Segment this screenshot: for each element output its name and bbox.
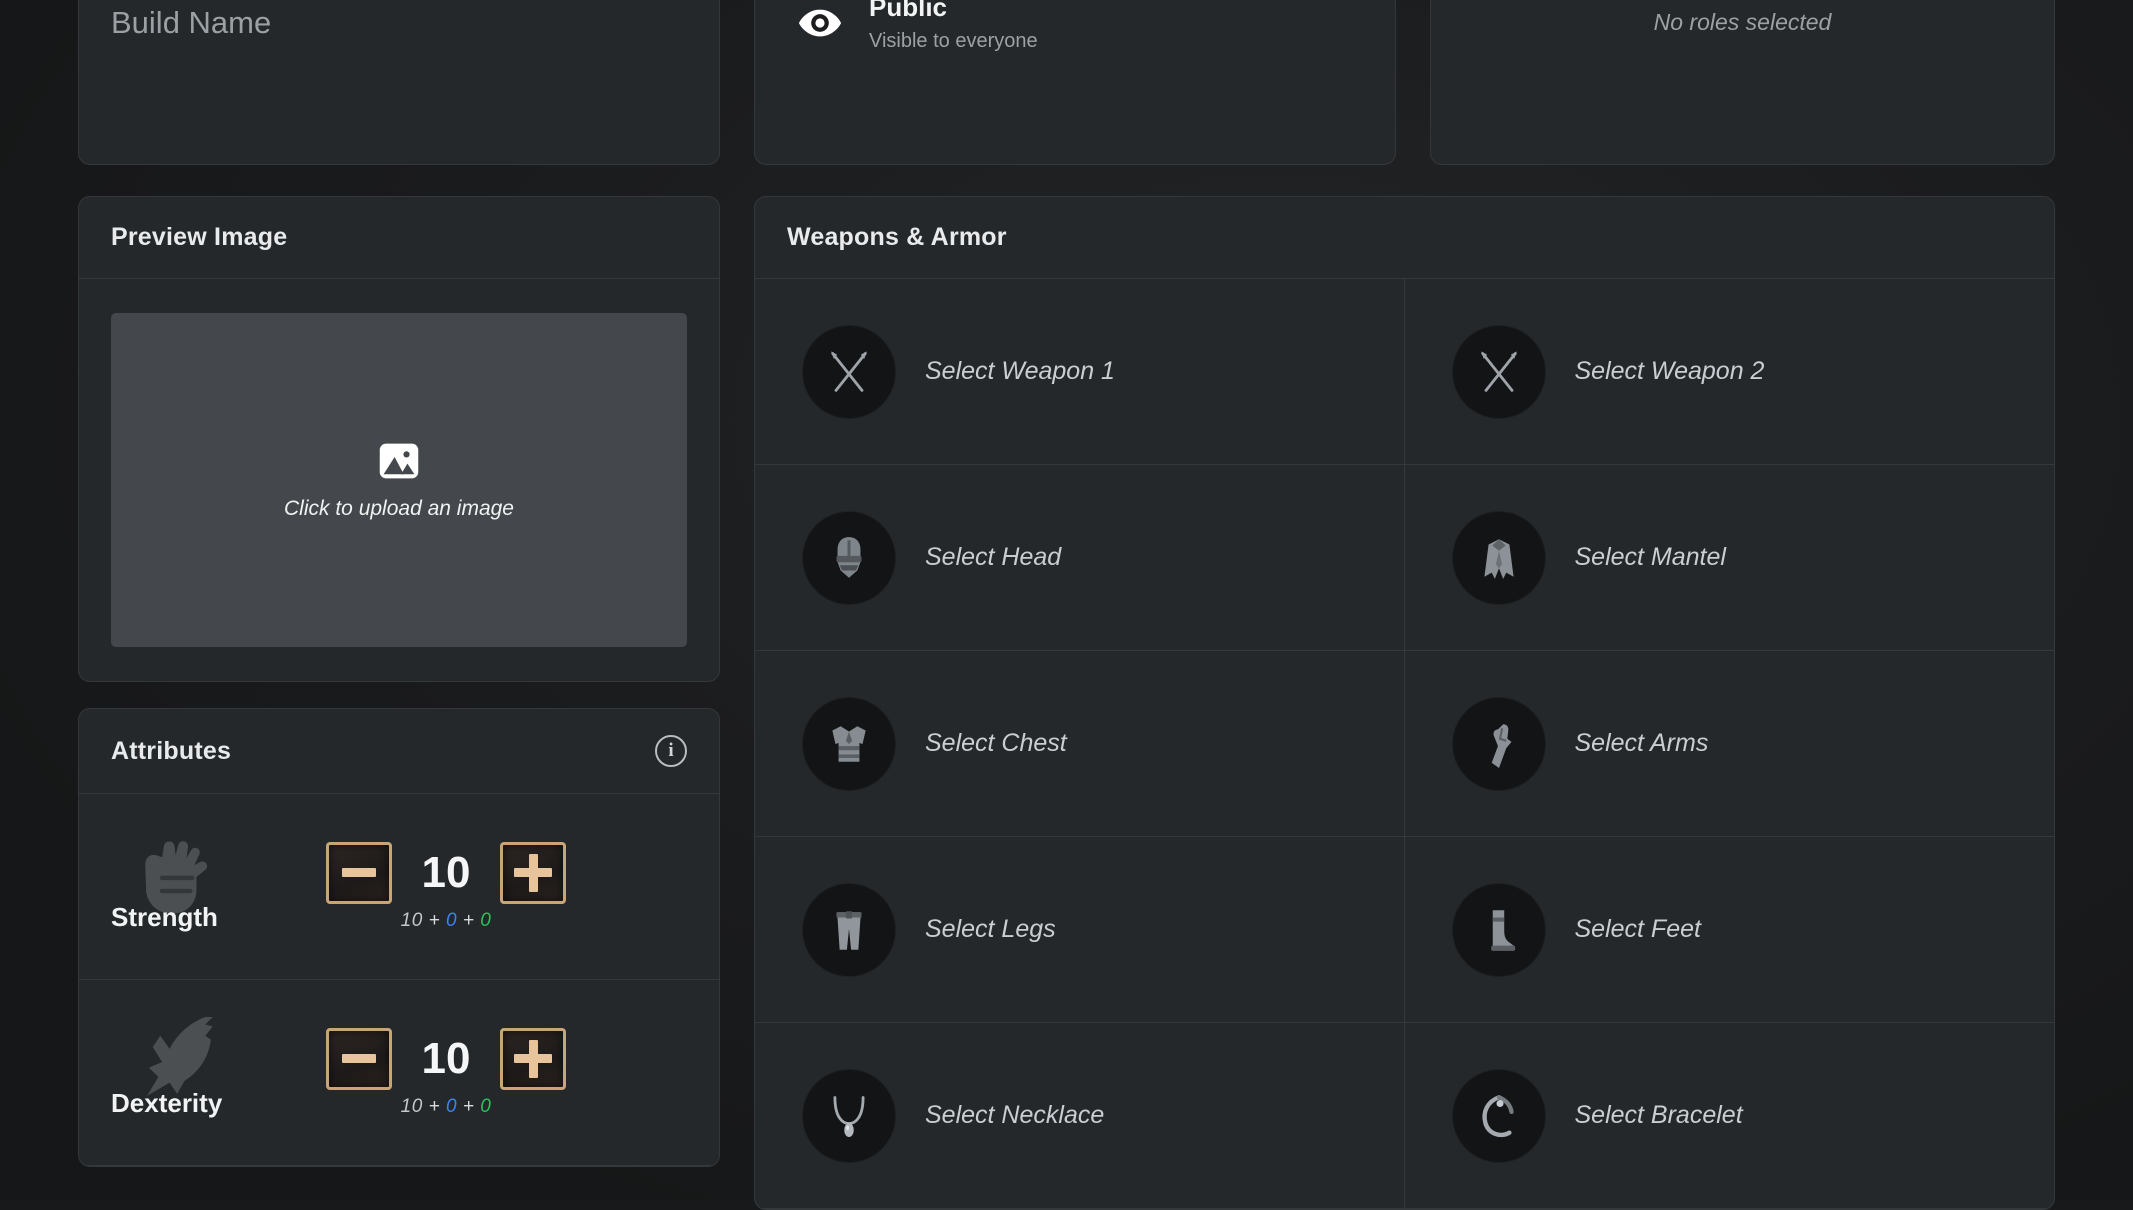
necklace-icon bbox=[803, 1069, 895, 1162]
attributes-panel: Attributes i Strength 10 10 + 0 + 0 Dext… bbox=[78, 708, 720, 1167]
gear-slot-label: Select Bracelet bbox=[1574, 1101, 1743, 1129]
visibility-subtitle: Visible to everyone bbox=[869, 30, 1038, 52]
build-name-card[interactable] bbox=[78, 0, 720, 165]
image-upload-dropzone[interactable]: Click to upload an image bbox=[111, 313, 687, 647]
breakdown-plus-1: + bbox=[428, 1095, 441, 1117]
gear-slot-weapon-1[interactable]: Select Weapon 1 bbox=[755, 279, 1405, 465]
gear-slot-feet[interactable]: Select Feet bbox=[1404, 837, 2054, 1023]
eye-icon bbox=[797, 0, 843, 46]
breakdown-base: 10 bbox=[400, 1095, 423, 1117]
gear-slot-label: Select Feet bbox=[1574, 915, 1701, 943]
right-column: Weapons & Armor Select Weapon 1 Select W… bbox=[754, 196, 2055, 1210]
dexterity-value: 10 bbox=[421, 1033, 471, 1083]
breakdown-green: 0 bbox=[480, 909, 492, 931]
attribute-row-strength: Strength 10 10 + 0 + 0 bbox=[79, 794, 719, 980]
strength-breakdown: 10 + 0 + 0 bbox=[401, 910, 492, 932]
breakdown-green: 0 bbox=[480, 1095, 492, 1117]
gear-slot-necklace[interactable]: Select Necklace bbox=[755, 1023, 1405, 1209]
strength-decrement-button[interactable] bbox=[326, 841, 392, 904]
breakdown-blue: 0 bbox=[445, 1095, 458, 1117]
plus-icon bbox=[514, 1039, 552, 1078]
build-editor-page: Public Visible to everyone No roles sele… bbox=[0, 0, 2133, 1210]
crossed-swords-icon bbox=[803, 325, 895, 418]
visibility-title: Public bbox=[869, 0, 948, 22]
plus-icon bbox=[514, 853, 552, 892]
gear-slot-label: Select Arms bbox=[1574, 729, 1709, 757]
preview-image-panel: Preview Image Click to upload an image bbox=[78, 196, 720, 682]
roles-card[interactable]: No roles selected bbox=[1430, 0, 2055, 165]
info-icon[interactable]: i bbox=[655, 735, 687, 767]
gear-slot-legs[interactable]: Select Legs bbox=[755, 837, 1405, 1023]
weapons-armor-panel: Weapons & Armor Select Weapon 1 Select W… bbox=[754, 196, 2055, 1210]
gear-slot-label: Select Mantel bbox=[1574, 543, 1726, 571]
helmet-icon bbox=[803, 511, 895, 604]
weapons-armor-header: Weapons & Armor bbox=[755, 197, 2054, 279]
minus-icon bbox=[342, 868, 376, 877]
trousers-icon bbox=[803, 883, 895, 976]
breakdown-base: 10 bbox=[400, 909, 423, 931]
attributes-header: Attributes i bbox=[79, 709, 719, 794]
visibility-card[interactable]: Public Visible to everyone bbox=[754, 0, 1396, 165]
breakdown-plus-2: + bbox=[462, 909, 475, 931]
gear-slot-label: Select Head bbox=[925, 543, 1062, 571]
breakdown-plus-1: + bbox=[428, 909, 441, 931]
preview-image-title: Preview Image bbox=[111, 223, 288, 251]
gear-slot-arms[interactable]: Select Arms bbox=[1404, 651, 2054, 837]
bracelet-icon bbox=[1452, 1069, 1545, 1162]
dexterity-breakdown: 10 + 0 + 0 bbox=[401, 1096, 492, 1118]
dexterity-increment-button[interactable] bbox=[500, 1027, 566, 1090]
roles-empty-text: No roles selected bbox=[1653, 9, 1832, 35]
gear-slot-mantel[interactable]: Select Mantel bbox=[1404, 465, 2054, 651]
crossed-swords-icon bbox=[1452, 325, 1545, 418]
attribute-label: Strength bbox=[111, 902, 218, 932]
attribute-label: Dexterity bbox=[111, 1088, 223, 1118]
gear-slot-head[interactable]: Select Head bbox=[755, 465, 1405, 651]
dexterity-decrement-button[interactable] bbox=[326, 1027, 392, 1090]
gear-slot-chest[interactable]: Select Chest bbox=[755, 651, 1405, 837]
weapons-armor-title: Weapons & Armor bbox=[787, 223, 1007, 251]
build-name-input[interactable] bbox=[79, 0, 719, 164]
info-glyph: i bbox=[668, 740, 674, 761]
attribute-row-dexterity: Dexterity 10 10 + 0 + 0 bbox=[79, 980, 719, 1166]
minus-icon bbox=[342, 1054, 376, 1063]
gear-slot-grid: Select Weapon 1 Select Weapon 2 Select H… bbox=[755, 279, 2054, 1209]
chestplate-icon bbox=[803, 697, 895, 790]
top-card-row: Public Visible to everyone No roles sele… bbox=[78, 0, 2055, 165]
cape-icon bbox=[1452, 511, 1545, 604]
upload-caption: Click to upload an image bbox=[284, 497, 514, 520]
left-column: Preview Image Click to upload an image A… bbox=[78, 196, 720, 1167]
attributes-title: Attributes bbox=[111, 736, 232, 765]
gauntlet-icon bbox=[1452, 697, 1545, 790]
gear-slot-weapon-2[interactable]: Select Weapon 2 bbox=[1404, 279, 2054, 465]
gear-slot-label: Select Weapon 1 bbox=[925, 357, 1115, 385]
strength-increment-button[interactable] bbox=[500, 841, 566, 904]
preview-image-header: Preview Image bbox=[79, 197, 719, 279]
gear-slot-bracelet[interactable]: Select Bracelet bbox=[1404, 1023, 2054, 1209]
breakdown-blue: 0 bbox=[445, 909, 458, 931]
strength-value: 10 bbox=[421, 847, 471, 897]
gear-slot-label: Select Chest bbox=[925, 729, 1067, 757]
image-icon bbox=[377, 439, 421, 483]
boot-icon bbox=[1452, 883, 1545, 976]
gear-slot-label: Select Necklace bbox=[925, 1101, 1105, 1129]
gear-slot-label: Select Legs bbox=[925, 915, 1056, 943]
breakdown-plus-2: + bbox=[462, 1095, 475, 1117]
gear-slot-label: Select Weapon 2 bbox=[1574, 357, 1765, 385]
